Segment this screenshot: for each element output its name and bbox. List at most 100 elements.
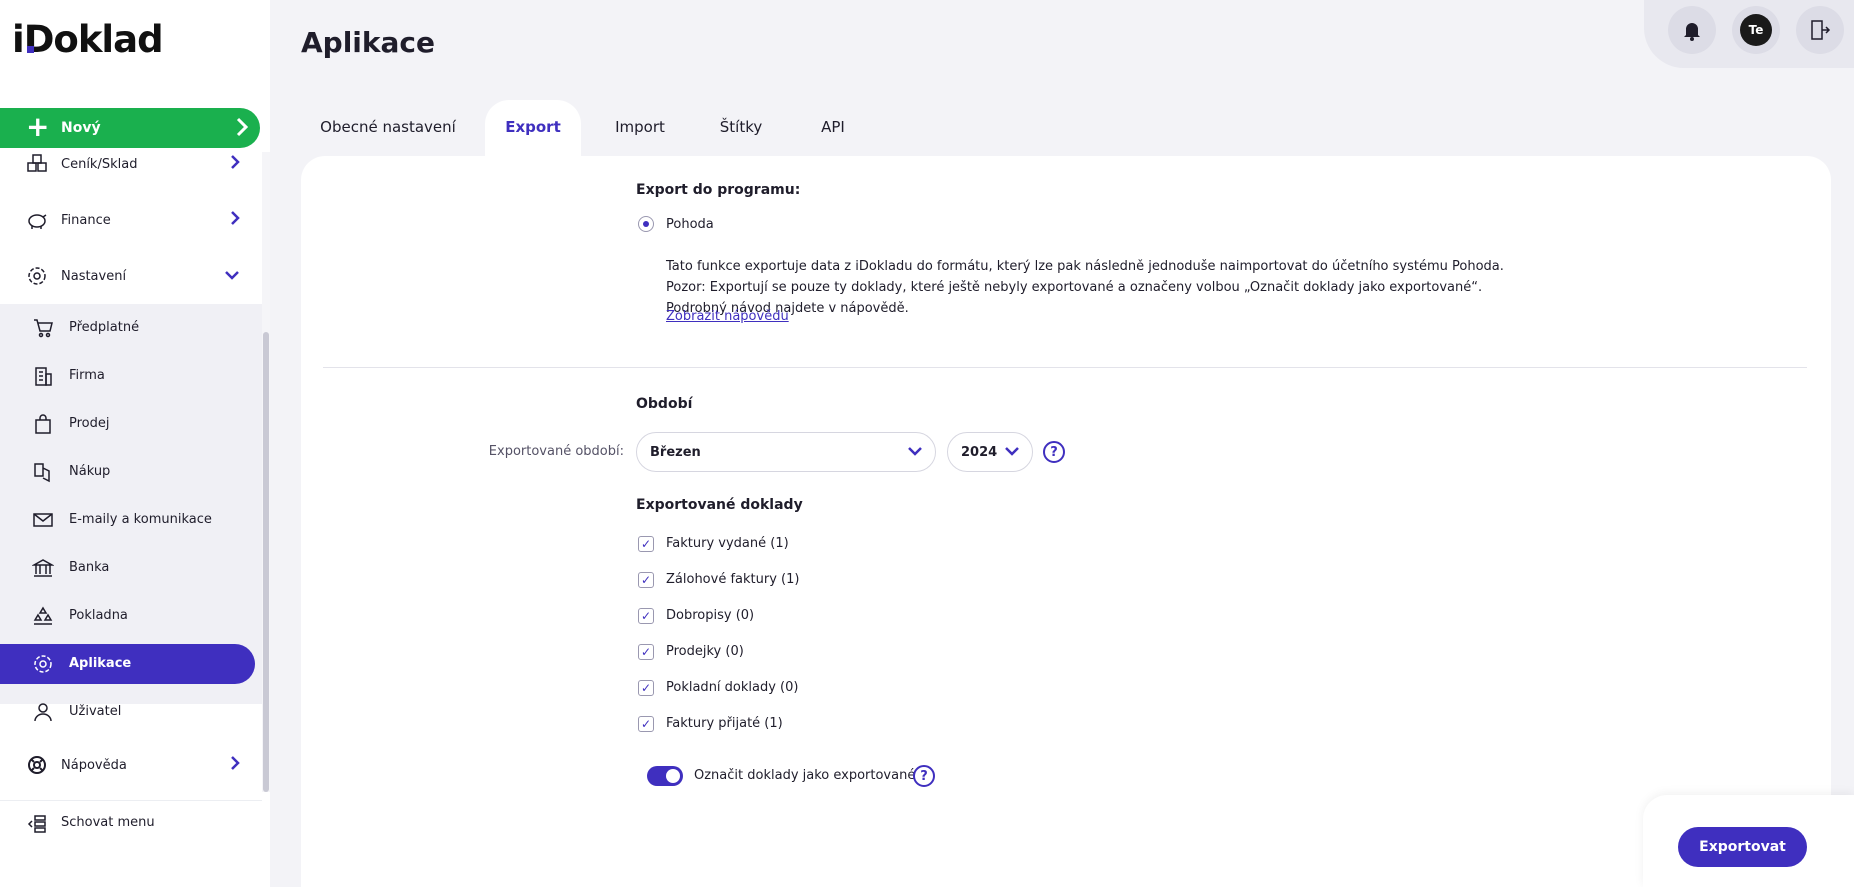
collapse-menu-icon [27, 815, 46, 833]
year-value: 2024 [961, 445, 998, 460]
chevron-down-icon [907, 445, 923, 463]
chevron-right-icon [230, 210, 240, 230]
sidebar-subitem-label: Banka [69, 560, 110, 575]
sidebar-subitem-pokladna[interactable]: Pokladna [0, 596, 262, 636]
warehouse-icon [26, 153, 48, 175]
user-icon [34, 703, 52, 722]
sidebar-subitem-firma[interactable]: Firma [0, 356, 262, 396]
checkbox-faktury-prijate[interactable]: ✓ [638, 716, 654, 732]
checkbox-label: Dobropisy (0) [666, 608, 755, 623]
sidebar-subitem-label: Nákup [69, 464, 111, 479]
sidebar-subitem-banka[interactable]: Banka [0, 548, 262, 588]
checkbox-prodejky[interactable]: ✓ [638, 644, 654, 660]
export-button[interactable]: Exportovat [1678, 827, 1807, 867]
building-icon [35, 367, 52, 386]
chevron-down-icon [1004, 445, 1020, 463]
avatar: Te [1740, 14, 1772, 46]
month-select[interactable]: Březen [636, 432, 936, 472]
bank-icon [32, 559, 54, 577]
hide-menu-button[interactable]: Schovat menu [0, 800, 262, 844]
gear-icon [34, 655, 52, 673]
piggy-bank-icon [26, 209, 48, 231]
sidebar-subitem-uzivatel[interactable]: Uživatel [0, 692, 262, 732]
month-value: Březen [650, 445, 701, 460]
export-description: Tato funkce exportuje data z iDokladu do… [666, 259, 1504, 316]
user-avatar-button[interactable]: Te [1732, 6, 1780, 54]
checkbox-dobropisy[interactable]: ✓ [638, 608, 654, 624]
checkbox-zalohove-faktury[interactable]: ✓ [638, 572, 654, 588]
sidebar-subitem-label: Firma [69, 368, 105, 383]
lifebuoy-icon [26, 754, 48, 776]
export-card: Export do programu: Pohoda Tato funkce e… [301, 156, 1831, 887]
radio-pohoda[interactable] [638, 216, 654, 232]
sidebar-subitem-label: Prodej [69, 416, 110, 431]
page-title: Aplikace [301, 26, 436, 59]
scrollbar-thumb[interactable] [263, 332, 269, 792]
sidebar-subitem-emaily[interactable]: E-maily a komunikace [0, 500, 262, 540]
sidebar-item-cenik-sklad[interactable]: Ceník/Sklad [0, 140, 262, 188]
sidebar-item-label: Nastavení [61, 268, 127, 284]
sidebar-subitem-label: E-maily a komunikace [69, 512, 212, 527]
mark-exported-label: Označit doklady jako exportované [694, 768, 916, 783]
sidebar-subitem-aplikace[interactable]: Aplikace [0, 644, 255, 684]
sidebar-subitem-predplatne[interactable]: Předplatné [0, 308, 262, 348]
plus-icon: + [26, 110, 50, 143]
sidebar-subitem-nakup[interactable]: Nákup [0, 452, 262, 492]
logout-button[interactable] [1796, 6, 1844, 54]
export-program-title: Export do programu: [636, 182, 801, 198]
tab-obecne-nastaveni[interactable]: Obecné nastavení [300, 100, 476, 156]
checkbox-faktury-vydane[interactable]: ✓ [638, 536, 654, 552]
sidebar-subitem-label: Předplatné [69, 320, 140, 335]
period-help-icon[interactable]: ? [1043, 441, 1065, 463]
purchase-icon [34, 463, 50, 483]
tab-import[interactable]: Import [600, 100, 680, 156]
shopping-bag-icon [35, 414, 51, 434]
divider [323, 367, 1807, 368]
chevron-down-icon [224, 269, 240, 284]
sidebar-item-napoveda[interactable]: Nápověda [0, 741, 262, 789]
sidebar-item-label: Ceník/Sklad [61, 156, 138, 172]
checkbox-label: Faktury přijaté (1) [666, 716, 783, 731]
sidebar: iDoklad + Nový Ceník/Sklad Finance Nasta… [0, 0, 270, 887]
hide-menu-label: Schovat menu [61, 815, 155, 830]
topbar: Te [1644, 0, 1854, 68]
chevron-right-icon [230, 154, 240, 174]
period-title: Období [636, 396, 693, 412]
checkbox-label: Prodejky (0) [666, 644, 744, 659]
sidebar-subitem-label: Uživatel [69, 704, 122, 719]
show-help-link[interactable]: Zobrazit nápovědu [666, 309, 789, 324]
export-footer: Exportovat [1643, 795, 1854, 887]
checkbox-label: Faktury vydané (1) [666, 536, 789, 551]
logo[interactable]: iDoklad [12, 18, 164, 61]
sidebar-item-label: Finance [61, 212, 111, 228]
sidebar-item-finance[interactable]: Finance [0, 196, 262, 244]
tab-export[interactable]: Export [485, 100, 581, 156]
sidebar-scrollbar[interactable] [262, 152, 270, 792]
checkbox-label: Pokladní doklady (0) [666, 680, 799, 695]
cart-icon [34, 319, 53, 338]
notifications-button[interactable] [1668, 6, 1716, 54]
checkbox-label: Zálohové faktury (1) [666, 572, 800, 587]
new-button-label: Nový [61, 120, 101, 136]
logout-icon [1811, 20, 1831, 40]
mail-icon [33, 513, 53, 527]
gear-icon [26, 265, 48, 287]
cash-register-icon [33, 606, 53, 625]
radio-pohoda-label: Pohoda [666, 217, 714, 232]
sidebar-item-label: Nápověda [61, 757, 127, 773]
sidebar-subitem-label: Aplikace [69, 656, 132, 671]
bell-icon [1684, 23, 1700, 41]
tab-stitky[interactable]: Štítky [698, 100, 784, 156]
checkbox-pokladni-doklady[interactable]: ✓ [638, 680, 654, 696]
sidebar-subitem-label: Pokladna [69, 608, 128, 623]
mark-exported-toggle[interactable] [647, 766, 683, 786]
chevron-right-icon [230, 755, 240, 775]
sidebar-subitem-prodej[interactable]: Prodej [0, 404, 262, 444]
tab-api[interactable]: API [808, 100, 858, 156]
documents-title: Exportované doklady [636, 497, 803, 513]
chevron-right-icon [236, 117, 249, 141]
sidebar-item-nastaveni[interactable]: Nastavení [0, 252, 262, 300]
mark-exported-help-icon[interactable]: ? [913, 765, 935, 787]
period-label: Exportované období: [488, 444, 624, 459]
year-select[interactable]: 2024 [947, 432, 1033, 472]
